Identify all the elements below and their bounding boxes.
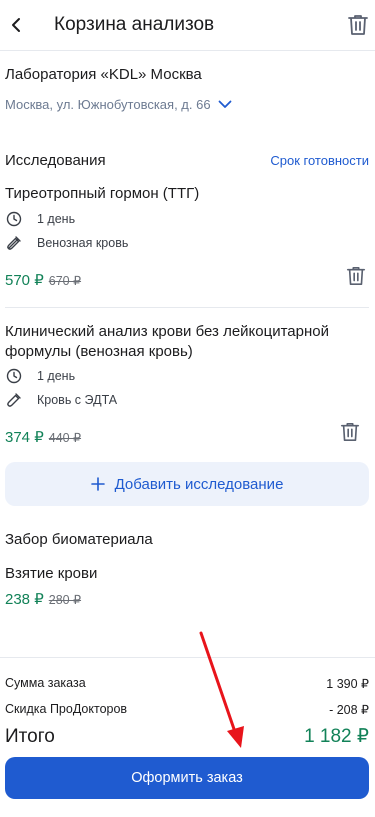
tests-section-title: Исследования bbox=[5, 152, 106, 169]
trash-icon bbox=[341, 423, 359, 441]
chevron-left-icon bbox=[12, 18, 20, 32]
biomaterial-section-title: Забор биоматериала bbox=[5, 531, 153, 548]
lab-address-text: Москва, ул. Южнобутовская, д. 66 bbox=[5, 97, 211, 112]
test-item: Клинический анализ крови без лейкоцитарн… bbox=[5, 322, 369, 446]
order-summary: Сумма заказа 1 390 ₽ Скидка ПроДокторов … bbox=[0, 657, 375, 817]
total-label: Итого bbox=[5, 726, 55, 747]
lab-address-selector[interactable]: Москва, ул. Южнобутовская, д. 66 bbox=[5, 97, 232, 112]
order-sum-label: Сумма заказа bbox=[5, 676, 86, 690]
clear-cart-button[interactable] bbox=[347, 13, 369, 37]
biomaterial-price: 238 ₽ bbox=[5, 591, 44, 608]
top-bar: Корзина анализов bbox=[0, 0, 375, 51]
lab-name: Лаборатория «KDL» Москва bbox=[5, 66, 202, 83]
test-duration: 1 день bbox=[37, 369, 76, 383]
order-sum-value: 1 390 ₽ bbox=[326, 677, 369, 691]
test-tube-icon bbox=[5, 391, 23, 409]
test-material: Кровь с ЭДТА bbox=[37, 393, 118, 407]
chevron-down-icon bbox=[218, 100, 231, 108]
total-row: Итого 1 182 ₽ bbox=[5, 725, 369, 748]
test-name: Тиреотропный гормон (ТТГ) bbox=[5, 185, 200, 202]
test-name: Клинический анализ крови без лейкоцитарн… bbox=[5, 323, 329, 360]
plus-icon bbox=[90, 477, 105, 491]
page-title: Корзина анализов bbox=[54, 14, 215, 35]
test-price: 374 ₽ bbox=[5, 429, 44, 446]
material-row: Кровь с ЭДТА bbox=[5, 388, 369, 412]
total-value: 1 182 ₽ bbox=[304, 726, 369, 747]
test-old-price: 440 ₽ bbox=[48, 430, 82, 445]
duration-row: 1 день bbox=[5, 364, 369, 388]
trash-icon bbox=[348, 15, 368, 35]
remove-test-button[interactable] bbox=[340, 421, 360, 443]
remove-test-button[interactable] bbox=[346, 265, 366, 287]
discount-label: Скидка ПроДокторов bbox=[5, 702, 128, 716]
checkout-button[interactable]: Оформить заказ bbox=[5, 757, 369, 799]
ready-time-link[interactable]: Срок готовности bbox=[270, 153, 369, 168]
test-tube-icon bbox=[5, 234, 23, 252]
order-sum-row: Сумма заказа 1 390 ₽ bbox=[5, 676, 369, 691]
discount-value: - 208 ₽ bbox=[329, 703, 369, 717]
test-old-price: 670 ₽ bbox=[48, 273, 82, 288]
biomaterial-price-row: 238 ₽ 280 ₽ bbox=[5, 590, 81, 608]
back-button[interactable] bbox=[4, 10, 28, 40]
material-row: Венозная кровь bbox=[5, 231, 369, 255]
test-price: 570 ₽ bbox=[5, 272, 44, 289]
divider bbox=[5, 307, 369, 308]
price-row: 374 ₽ 440 ₽ bbox=[5, 428, 369, 446]
test-material: Венозная кровь bbox=[37, 236, 129, 250]
biomaterial-name: Взятие крови bbox=[5, 565, 98, 582]
biomaterial-old-price: 280 ₽ bbox=[48, 592, 82, 607]
add-test-button[interactable]: Добавить исследование bbox=[5, 462, 369, 506]
price-row: 570 ₽ 670 ₽ bbox=[5, 271, 369, 289]
clock-icon bbox=[5, 367, 23, 385]
checkout-label: Оформить заказ bbox=[131, 770, 243, 786]
trash-icon bbox=[347, 267, 365, 285]
clock-icon bbox=[5, 210, 23, 228]
test-item: Тиреотропный гормон (ТТГ) 1 день Венозна… bbox=[5, 184, 369, 289]
test-duration: 1 день bbox=[37, 212, 76, 226]
add-test-label: Добавить исследование bbox=[114, 475, 284, 493]
duration-row: 1 день bbox=[5, 207, 369, 231]
discount-row: Скидка ПроДокторов - 208 ₽ bbox=[5, 702, 369, 717]
